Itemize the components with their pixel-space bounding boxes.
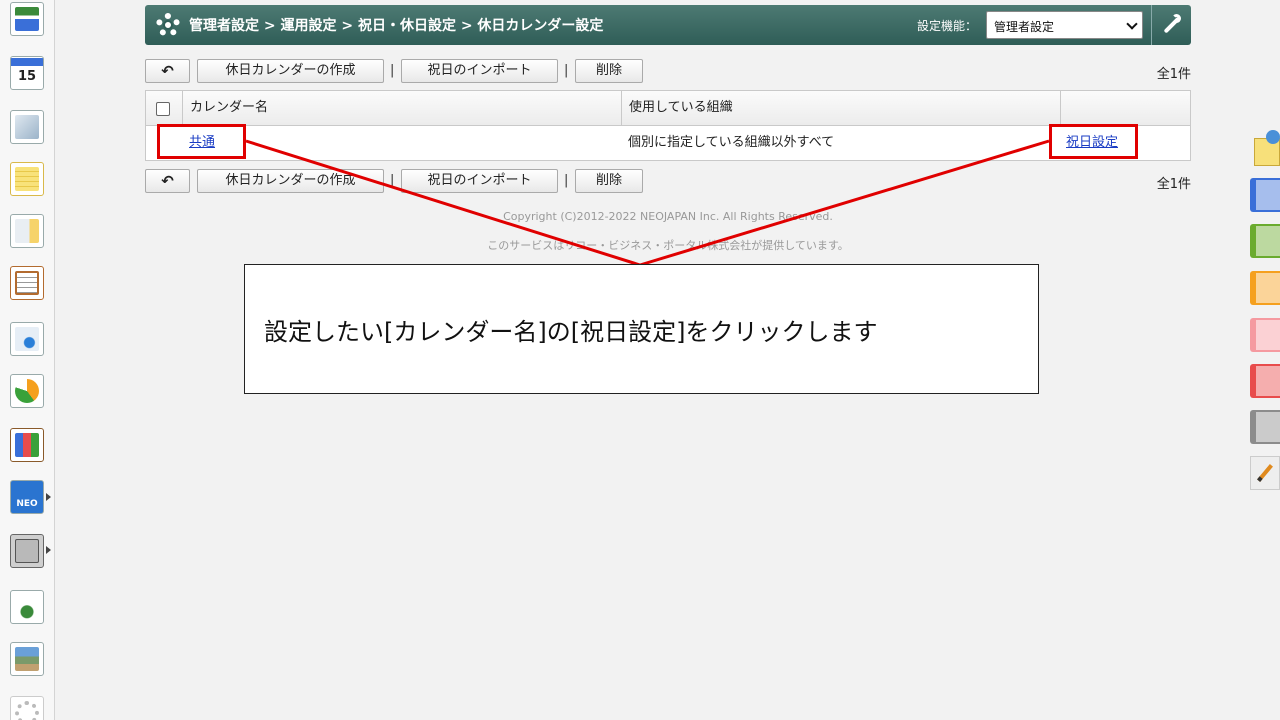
expand-arrow-icon[interactable] <box>46 493 51 501</box>
back-arrow-icon: ↶ <box>161 172 174 190</box>
back-button[interactable]: ↶ <box>145 59 190 83</box>
settings-function-label: 設定機能： <box>916 19 977 33</box>
select-all-checkbox[interactable] <box>156 102 170 116</box>
calendar-icon[interactable]: 15 <box>10 56 44 90</box>
calendar-day: 15 <box>17 69 37 84</box>
settings-icon[interactable] <box>10 696 44 720</box>
delete-button[interactable]: 削除 <box>575 169 643 193</box>
app-sidebar: 15 NEO <box>0 0 55 720</box>
tanomail-icon[interactable] <box>10 590 44 624</box>
organization-text: 個別に指定している組織以外すべて <box>628 135 835 150</box>
delete-button[interactable]: 削除 <box>575 59 643 83</box>
back-arrow-icon: ↶ <box>161 62 174 80</box>
right-tab-green[interactable] <box>1250 224 1280 258</box>
right-tab-blue[interactable] <box>1250 178 1280 212</box>
column-action <box>1061 91 1190 125</box>
toolbar-separator: | <box>390 63 395 78</box>
import-holidays-button[interactable]: 祝日のインポート <box>401 59 558 83</box>
create-calendar-button[interactable]: 休日カレンダーの作成 <box>197 169 384 193</box>
portal-icon[interactable] <box>10 2 44 36</box>
highlight-calendar-name <box>157 124 246 159</box>
copyright-text: Copyright (C)2012-2022 NEOJAPAN Inc. All… <box>503 210 833 223</box>
right-tab-orange[interactable] <box>1250 271 1280 305</box>
highlight-holiday-settings <box>1049 124 1138 159</box>
neo-label: NEO <box>16 499 38 509</box>
instruction-callout: 設定したい[カレンダー名]の[祝日設定]をクリックします <box>244 264 1039 394</box>
toolbar-top: ↶ 休日カレンダーの作成 | 祝日のインポート | 削除 全1件 <box>145 59 1191 83</box>
toolbar-bottom: ↶ 休日カレンダーの作成 | 祝日のインポート | 削除 全1件 <box>145 169 1191 193</box>
instruction-text: 設定したい[カレンダー名]の[祝日設定]をクリックします <box>264 318 878 346</box>
import-holidays-button[interactable]: 祝日のインポート <box>401 169 558 193</box>
photo-icon[interactable] <box>10 642 44 676</box>
user-icon[interactable] <box>1266 130 1280 144</box>
gear-icon <box>153 10 183 40</box>
settings-function-value: 管理者設定 <box>994 20 1055 34</box>
folder-icon[interactable] <box>10 534 44 568</box>
select-all-cell <box>146 91 182 125</box>
right-tab-pink[interactable] <box>1250 318 1280 352</box>
column-organization[interactable]: 使用している組織 <box>622 91 1061 125</box>
create-calendar-button[interactable]: 休日カレンダーの作成 <box>197 59 384 83</box>
record-count: 全1件 <box>1156 177 1191 192</box>
back-button[interactable]: ↶ <box>145 169 190 193</box>
toolbar-separator: | <box>564 63 569 78</box>
table-row: 共通 個別に指定している組織以外すべて 祝日設定 <box>146 126 1190 160</box>
sync-icon[interactable] <box>10 374 44 408</box>
column-calendar-name[interactable]: カレンダー名 <box>182 91 622 125</box>
workflow-icon[interactable] <box>10 110 44 144</box>
search-doc-icon[interactable] <box>10 322 44 356</box>
right-tab-red[interactable] <box>1250 364 1280 398</box>
bulletin-icon[interactable] <box>10 214 44 248</box>
cabinet-icon[interactable] <box>10 428 44 462</box>
wrench-icon[interactable] <box>1151 5 1191 45</box>
toolbar-separator: | <box>390 173 395 188</box>
record-count: 全1件 <box>1156 67 1191 82</box>
toolbar-separator: | <box>564 173 569 188</box>
provider-text: このサービスはリコー・ビジネス・ポータル株式会社が提供しています。 <box>487 239 849 252</box>
memo-icon[interactable] <box>10 162 44 196</box>
settings-function-select[interactable]: 管理者設定 <box>986 11 1143 39</box>
chevron-down-icon <box>1126 18 1138 30</box>
pencil-icon[interactable] <box>1250 456 1280 490</box>
expand-arrow-icon[interactable] <box>46 546 51 554</box>
right-tab-gray[interactable] <box>1250 410 1280 444</box>
breadcrumb: 管理者設定 > 運用設定 > 祝日・休日設定 > 休日カレンダー設定 <box>189 18 604 34</box>
table-header: カレンダー名 使用している組織 <box>146 91 1190 126</box>
calendar-table: カレンダー名 使用している組織 共通 個別に指定している組織以外すべて 祝日設定 <box>145 90 1191 161</box>
clipboard-icon[interactable] <box>10 266 44 300</box>
neo-chart-icon[interactable]: NEO <box>10 480 44 514</box>
page-header: 管理者設定 > 運用設定 > 祝日・休日設定 > 休日カレンダー設定 設定機能：… <box>145 5 1191 45</box>
